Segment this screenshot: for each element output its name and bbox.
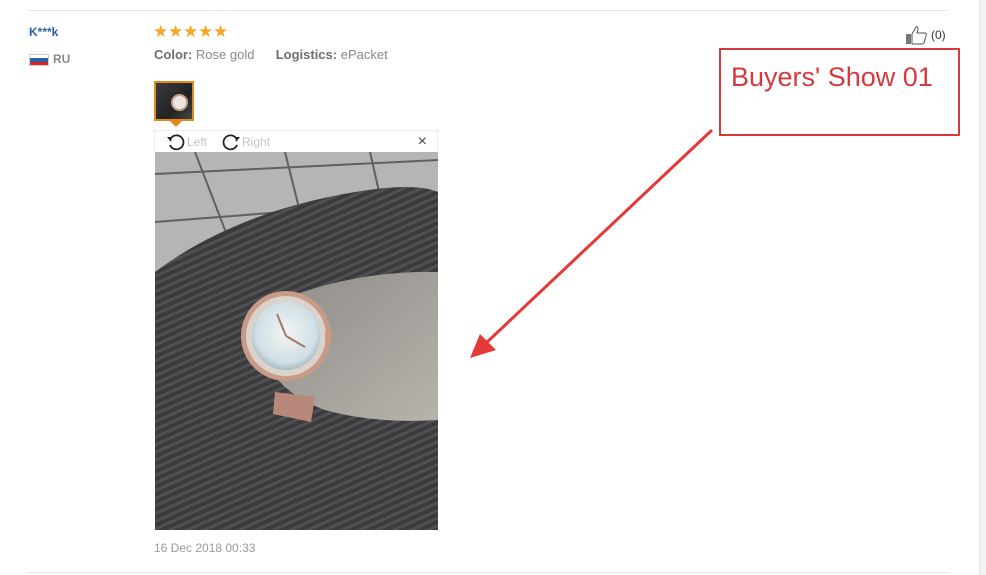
star-icon: ★ <box>213 22 229 41</box>
star-rating: ★ ★ ★ ★ ★ <box>153 22 228 42</box>
like-button[interactable]: (0) <box>905 25 946 45</box>
thumbs-up-icon <box>906 26 927 45</box>
rotate-right-icon <box>222 134 240 151</box>
order-attributes: Color: Rose gold Logistics: ePacket <box>154 47 388 62</box>
buyer-name[interactable]: K***k <box>29 25 58 39</box>
annotation-callout: Buyers' Show 01 <box>719 48 960 136</box>
attribute-key: Color: <box>154 47 193 62</box>
star-icon: ★ <box>168 22 184 41</box>
top-divider <box>28 10 948 11</box>
bottom-divider <box>28 572 948 573</box>
review-page: K***k RU ★ ★ ★ ★ ★ Color: Rose gold Logi… <box>0 0 986 575</box>
rotate-left-icon <box>167 134 185 151</box>
review-date: 16 Dec 2018 00:33 <box>154 541 256 555</box>
rotate-right-label: Right <box>242 135 271 149</box>
like-count: (0) <box>931 28 946 42</box>
star-icon: ★ <box>183 22 199 41</box>
rotate-left-label: Left <box>187 135 208 149</box>
annotation-text: Buyers' Show 01 <box>731 62 933 92</box>
star-icon: ★ <box>153 22 169 41</box>
russia-flag-icon <box>29 54 49 66</box>
attribute-value: Rose gold <box>195 47 255 62</box>
thumbnail-caret-icon <box>170 121 182 127</box>
close-icon[interactable]: × <box>418 133 427 151</box>
rotate-left-button[interactable]: Left <box>165 132 207 152</box>
review-photo <box>155 152 438 530</box>
scrollbar[interactable] <box>979 0 986 575</box>
attribute-value: ePacket <box>340 47 388 62</box>
rotate-right-button[interactable]: Right <box>220 132 270 152</box>
buyer-country: RU <box>53 52 71 66</box>
attribute-key: Logistics: <box>275 47 338 62</box>
photo-viewer-toolbar: Left Right × <box>154 130 438 152</box>
star-icon: ★ <box>198 22 214 41</box>
review-photo-thumbnail[interactable] <box>154 81 194 121</box>
